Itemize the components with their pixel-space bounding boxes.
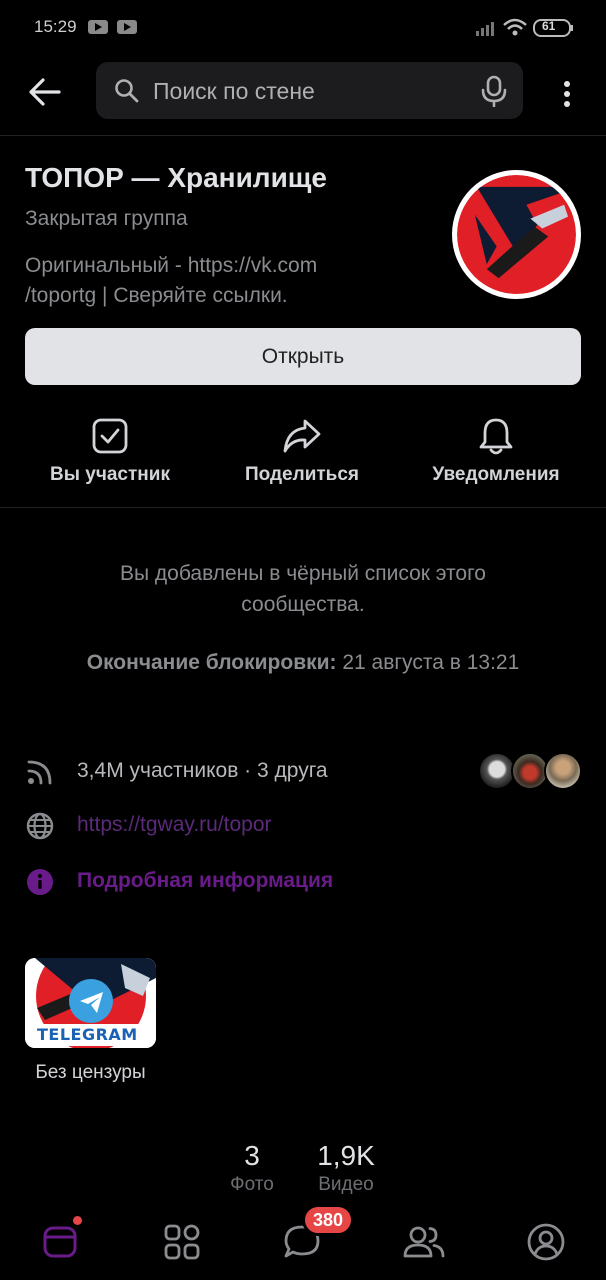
share-icon [212,408,392,464]
more-vertical-icon [564,81,570,107]
bottom-tab-bar: 380 [0,1200,606,1280]
open-button[interactable]: Открыть [25,328,581,385]
tab-feed[interactable] [36,1216,84,1266]
battery-level: 61 [542,19,556,33]
globe-icon [26,812,54,845]
search-placeholder: Поиск по стене [153,78,315,104]
website-row[interactable]: https://tgway.ru/topor [26,806,582,846]
videos-caption: Видео [318,1174,374,1195]
members-count: 3,4M участников · 3 друга [77,759,328,782]
website-link[interactable]: https://tgway.ru/topor [77,813,272,837]
messages-badge: 380 [302,1204,355,1236]
back-button[interactable] [20,70,70,114]
info-icon [26,868,54,901]
album-thumbnail[interactable]: TELEGRAM [25,958,156,1048]
member-button[interactable]: Вы участник [20,408,200,498]
search-icon [114,78,140,109]
axe-logo-icon [457,175,576,294]
album-label: Без цензуры [35,1062,146,1083]
more-options-button[interactable] [552,72,582,116]
blocked-message: Вы добавлены в чёрный список этого сообщ… [119,562,486,616]
photos-counter[interactable]: 3 Фото [222,1140,282,1196]
share-button[interactable]: Поделиться [212,408,392,498]
top-bar: Поиск по стене [0,56,606,136]
members-row[interactable]: 3,4M участников · 3 друга [26,752,582,792]
group-type: Закрытая группа [25,207,188,230]
services-grid-icon [164,1224,200,1260]
action-row: Вы участник Поделиться Уведомления [0,408,606,508]
search-input[interactable]: Поиск по стене [96,62,523,119]
tab-friends[interactable] [400,1218,448,1266]
status-time: 15:29 [34,17,77,36]
tab-messages[interactable]: 380 [278,1204,355,1266]
album-badge-text: TELEGRAM [37,1025,138,1044]
group-title: ТОПОР — Хранилище [25,162,327,193]
tab-services[interactable] [158,1218,206,1266]
friend-avatar [544,752,582,790]
checkbox-icon [20,408,200,464]
group-description-line: /toportg | Сверяйте ссылки. [25,284,288,307]
details-link[interactable]: Подробная информация [77,869,333,893]
notifications-label: Уведомления [432,464,560,485]
notifications-button[interactable]: Уведомления [406,408,586,498]
group-description-line: Оригинальный - https://vk.com [25,254,318,277]
details-row[interactable]: Подробная информация [26,862,582,902]
profile-icon [527,1223,565,1261]
status-bar: 15:29 61 [0,0,606,56]
group-description: Оригинальный - https://vk.com /toportg |… [25,251,425,311]
member-label: Вы участник [50,464,170,485]
friends-icon [403,1226,445,1258]
notification-dot [73,1216,82,1225]
youtube-icon [88,20,108,34]
block-end-value: 21 августа в 13:21 [336,651,520,674]
feed-icon [43,1226,77,1258]
tab-profile[interactable] [522,1218,570,1266]
friends-avatars[interactable] [478,752,582,792]
block-end-label: Окончание блокировки: [86,651,337,674]
arrow-left-icon [29,78,61,106]
status-icons: 61 [476,17,576,39]
microphone-icon[interactable] [479,75,509,112]
rss-icon [26,758,54,791]
youtube-icon [117,20,137,34]
photos-count: 3 [244,1140,260,1171]
bell-icon [406,408,586,464]
videos-counter[interactable]: 1,9K Видео [306,1140,386,1196]
videos-count: 1,9K [317,1140,375,1171]
group-avatar[interactable] [452,170,581,299]
share-label: Поделиться [244,464,360,485]
block-end-info: Окончание блокировки: 21 августа в 13:21 [0,651,606,675]
signal-wifi-battery-icon [476,18,573,37]
photos-caption: Фото [230,1174,274,1195]
